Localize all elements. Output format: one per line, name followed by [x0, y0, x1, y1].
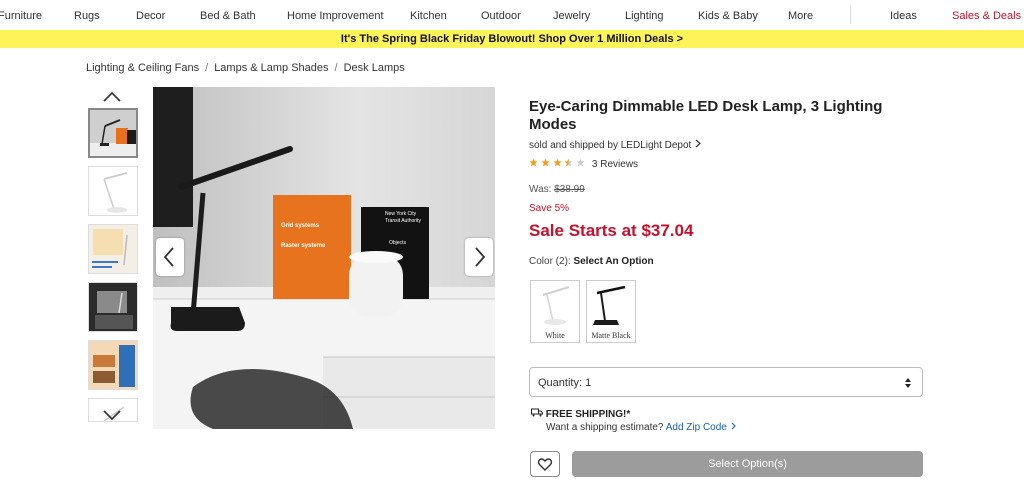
thumbnail-1[interactable] — [88, 108, 138, 158]
thumbnail-3[interactable] — [88, 224, 138, 274]
truck-icon — [531, 408, 543, 417]
nav-item-rugs[interactable]: Rugs — [74, 10, 100, 22]
nav-item-home-improvement[interactable]: Home Improvement — [287, 10, 384, 22]
breadcrumb-separator: / — [205, 62, 209, 74]
chevron-left-icon — [163, 247, 174, 267]
black-lamp-image — [593, 285, 626, 325]
nav-item-more[interactable]: More — [788, 10, 813, 22]
swatch-label-white: White — [545, 331, 565, 340]
breadcrumb-item-desk-lamps[interactable]: Desk Lamps — [344, 62, 405, 74]
nav-item-jewelry[interactable]: Jewelry — [553, 10, 590, 22]
free-shipping-text: FREE SHIPPING!* — [545, 409, 631, 420]
thumbnail-2[interactable] — [88, 166, 138, 216]
breadcrumb-item-lighting[interactable]: Lighting & Ceiling Fans — [86, 62, 199, 74]
book-orange-title: Grid systems — [281, 223, 320, 229]
star-icon — [529, 158, 538, 167]
swatch-label-matte-black: Matte Black — [591, 331, 631, 340]
promo-banner[interactable]: It's The Spring Black Friday Blowout! Sh… — [0, 30, 1024, 48]
previous-image-button[interactable] — [156, 238, 184, 276]
select-options-button[interactable]: Select Option(s) — [572, 451, 923, 477]
color-label: Color (2): Select An Option — [529, 256, 654, 267]
star-rating — [529, 158, 588, 170]
chevron-right-icon — [731, 422, 736, 430]
chevron-up-icon[interactable] — [101, 90, 123, 104]
star-icon — [541, 158, 550, 167]
heart-icon — [537, 458, 553, 471]
star-half-icon — [564, 158, 573, 167]
favorite-button[interactable] — [530, 451, 560, 477]
nav-item-outdoor[interactable]: Outdoor — [481, 10, 521, 22]
book-black-line1: New York City — [385, 211, 417, 217]
color-swatch-white[interactable]: White — [530, 280, 580, 343]
main-product-image: Grid systems Raster systeme New York Cit… — [153, 87, 495, 429]
select-arrows-icon — [905, 378, 911, 388]
quantity-value: Quantity: 1 — [538, 377, 592, 389]
nav-item-decor[interactable]: Decor — [136, 10, 165, 22]
thumbnail-4[interactable] — [88, 282, 138, 332]
rating-row[interactable]: 3 Reviews — [529, 158, 638, 170]
was-label: Was: — [529, 184, 555, 195]
book-black-line2: Transit Authority — [385, 218, 421, 224]
chevron-right-icon — [475, 247, 486, 267]
sale-price: Sale Starts at $37.04 — [529, 221, 694, 240]
breadcrumb-separator: / — [334, 62, 338, 74]
seller-prefix: sold and shipped by — [529, 140, 621, 151]
chevron-down-icon[interactable] — [101, 408, 123, 422]
quantity-select[interactable]: Quantity: 1 — [529, 367, 923, 397]
nav-item-kitchen[interactable]: Kitchen — [410, 10, 447, 22]
book-orange-subtitle: Raster systeme — [281, 243, 326, 249]
breadcrumb-item-lamps[interactable]: Lamps & Lamp Shades — [214, 62, 328, 74]
nav-item-bed-bath[interactable]: Bed & Bath — [200, 10, 256, 22]
nav-item-lighting[interactable]: Lighting — [625, 10, 664, 22]
breadcrumb: Lighting & Ceiling Fans / Lamps & Lamp Sha… — [86, 62, 405, 74]
nav-divider — [850, 6, 851, 24]
star-icon — [552, 158, 562, 167]
shipping-estimate: Want a shipping estimate? Add Zip Code — [546, 422, 737, 433]
review-count[interactable]: 3 Reviews — [592, 159, 638, 170]
product-photo: Grid systems Raster systeme New York Cit… — [153, 87, 495, 429]
white-lamp-image — [542, 285, 570, 325]
add-zip-code-link[interactable]: Add Zip Code — [666, 422, 727, 433]
color-count-label: Color (2): — [529, 256, 574, 267]
product-title: Eye-Caring Dimmable LED Desk Lamp, 3 Lig… — [529, 98, 883, 133]
was-price: Was: $38.99 — [529, 184, 585, 195]
nav-item-furniture[interactable]: Furniture — [0, 10, 42, 22]
nav-item-ideas[interactable]: Ideas — [890, 10, 917, 22]
seller-line: sold and shipped by LEDLight Depot — [529, 139, 702, 151]
seller-link[interactable]: LEDLight Depot — [621, 140, 692, 151]
nav-item-kids-baby[interactable]: Kids & Baby — [698, 10, 758, 22]
shipping-question: Want a shipping estimate? — [546, 422, 664, 433]
save-percent: Save 5% — [529, 203, 570, 214]
color-swatch-matte-black[interactable]: Matte Black — [586, 280, 636, 343]
top-nav: Furniture Rugs Decor Bed & Bath Home Imp… — [0, 0, 1024, 31]
color-select-prompt: Select An Option — [573, 256, 654, 267]
thumbnail-5[interactable] — [88, 340, 138, 390]
free-shipping: FREE SHIPPING!* — [531, 408, 630, 420]
next-image-button[interactable] — [465, 238, 493, 276]
chevron-right-icon — [695, 139, 702, 148]
was-price-value: $38.99 — [554, 184, 585, 195]
star-empty-icon — [576, 158, 585, 167]
book-black-line3: Objects — [389, 240, 406, 246]
nav-item-sales-deals[interactable]: Sales & Deals — [952, 10, 1021, 22]
